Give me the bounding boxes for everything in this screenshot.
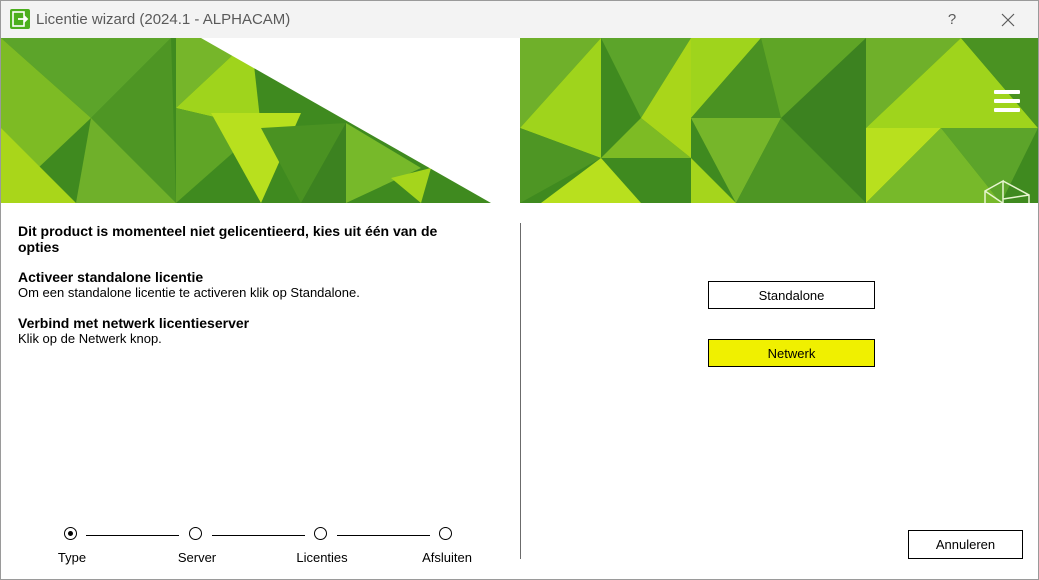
step-afsluiten-indicator	[439, 527, 452, 540]
step-afsluiten-label: Afsluiten	[422, 550, 472, 565]
step-connector	[212, 535, 305, 536]
step-connector	[86, 535, 179, 536]
help-button[interactable]: ?	[929, 1, 975, 38]
network-section: Verbind met netwerk licentieserver Klik …	[18, 315, 458, 347]
info-heading: Dit product is momenteel niet gelicentie…	[18, 223, 438, 255]
brand-logo-icon	[981, 177, 1035, 203]
banner-artwork	[1, 38, 1038, 203]
step-licenties-indicator	[314, 527, 327, 540]
info-panel: Dit product is momenteel niet gelicentie…	[18, 223, 458, 347]
step-connector	[337, 535, 430, 536]
title-bar: Licentie wizard (2024.1 - ALPHACAM) ?	[1, 1, 1038, 38]
step-server-indicator	[189, 527, 202, 540]
step-type-label: Type	[57, 550, 87, 565]
annuleren-button[interactable]: Annuleren	[908, 530, 1023, 559]
network-title: Verbind met netwerk licentieserver	[18, 315, 250, 331]
step-server-label: Server	[177, 550, 217, 565]
network-description: Klik op de Netwerk knop.	[18, 331, 162, 346]
standalone-title: Activeer standalone licentie	[18, 269, 204, 285]
standalone-description: Om een standalone licentie te activeren …	[18, 285, 360, 300]
header-banner	[1, 38, 1038, 203]
license-wizard-window: Licentie wizard (2024.1 - ALPHACAM) ? Di…	[0, 0, 1039, 580]
standalone-section: Activeer standalone licentie Om een stan…	[18, 269, 458, 301]
step-type-indicator	[64, 527, 77, 540]
window-title: Licentie wizard (2024.1 - ALPHACAM)	[36, 11, 291, 28]
netwerk-button[interactable]: Netwerk	[708, 339, 875, 367]
step-licenties-label: Licenties	[296, 550, 348, 565]
close-button[interactable]	[985, 1, 1031, 38]
close-icon	[1001, 13, 1015, 26]
menu-icon[interactable]	[994, 90, 1020, 112]
vertical-divider	[520, 223, 521, 559]
app-license-icon	[10, 9, 30, 29]
wizard-steps: Type Server Licenties Afsluiten	[41, 521, 501, 571]
standalone-button[interactable]: Standalone	[708, 281, 875, 309]
